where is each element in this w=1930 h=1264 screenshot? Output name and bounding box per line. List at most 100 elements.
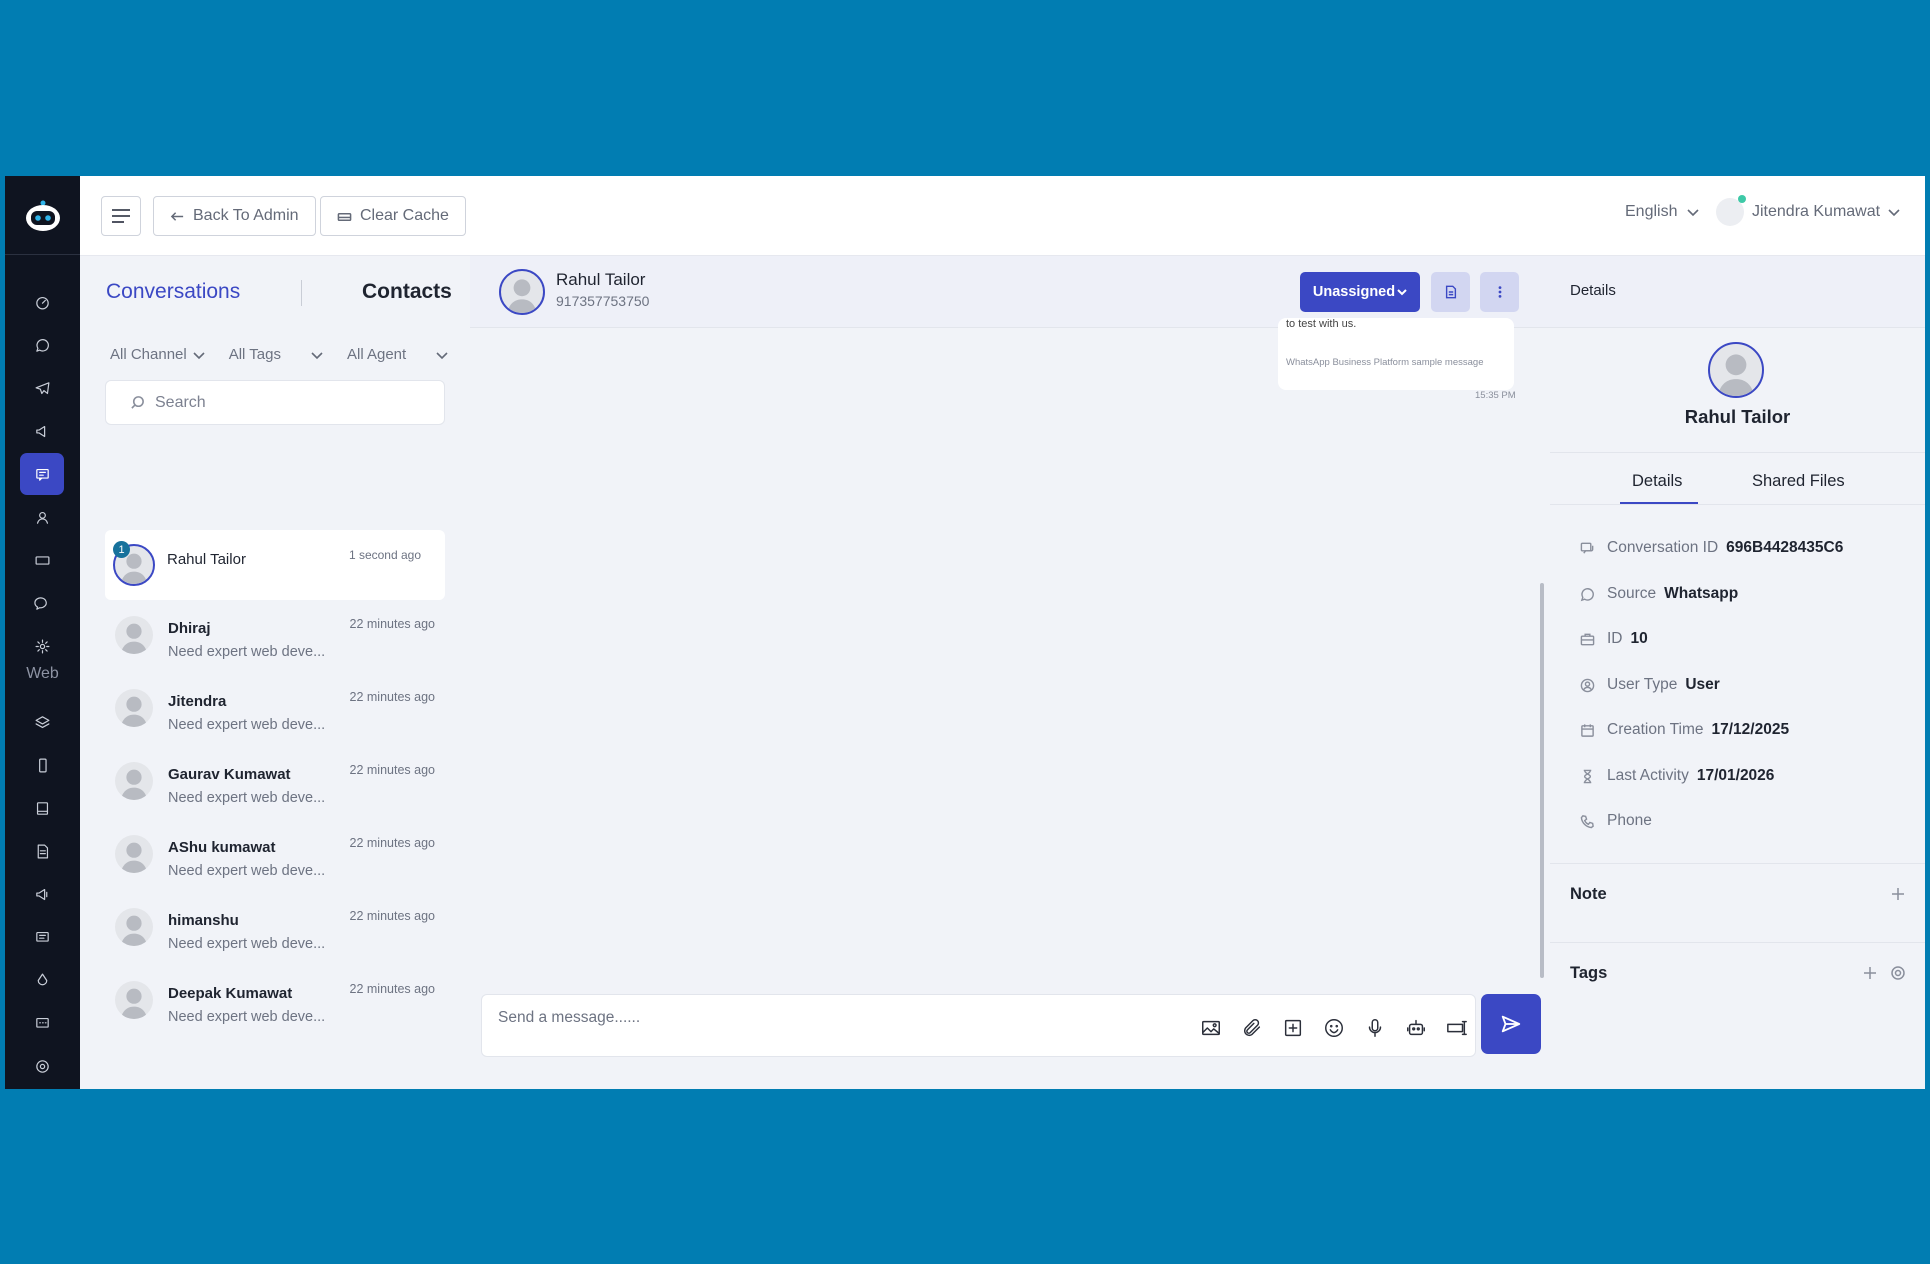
- menu-toggle-button[interactable]: [101, 196, 141, 236]
- field-value: 17/12/2025: [1711, 721, 1790, 738]
- chat-bubble-icon[interactable]: [20, 1002, 64, 1044]
- field-label: Source: [1607, 585, 1657, 602]
- user-menu[interactable]: Jitendra Kumawat: [1716, 195, 1900, 226]
- field-value: 10: [1630, 630, 1648, 647]
- message-icon[interactable]: [20, 582, 64, 624]
- comment-icon[interactable]: [20, 916, 64, 958]
- clear-cache-button[interactable]: Clear Cache: [320, 196, 466, 236]
- bot-icon[interactable]: [1403, 1015, 1429, 1041]
- add-note-icon[interactable]: [1890, 886, 1906, 902]
- bot-logo-icon[interactable]: [23, 198, 63, 234]
- mobile-icon[interactable]: [20, 744, 64, 786]
- channel-filter[interactable]: All Channel: [110, 346, 205, 363]
- megaphone-icon[interactable]: [20, 873, 64, 915]
- user-name: Jitendra Kumawat: [1752, 203, 1881, 220]
- conversation-item[interactable]: Dhiraj Need expert web deve... 22 minute…: [105, 600, 445, 670]
- unread-badge: 1: [113, 541, 130, 558]
- list-tabs: Conversations Contacts: [80, 256, 470, 326]
- search-icon: [131, 396, 144, 409]
- message-time: 1 second ago: [348, 548, 421, 562]
- conversation-item[interactable]: Jitendra Need expert web deve... 22 minu…: [105, 673, 445, 743]
- field-label: Last Activity: [1607, 767, 1689, 784]
- contact-name: Rahul Tailor: [167, 551, 246, 568]
- drop-icon[interactable]: [20, 959, 64, 1001]
- text-field-icon[interactable]: [1444, 1015, 1470, 1041]
- assign-agent-button[interactable]: Unassigned: [1300, 272, 1420, 312]
- message-composer: [481, 994, 1476, 1057]
- calendar-icon: [1581, 723, 1594, 737]
- hamburger-icon: [112, 209, 130, 223]
- message-preview: Need expert web deve...: [168, 717, 326, 733]
- divider: [1550, 452, 1925, 453]
- settings-icon[interactable]: [20, 625, 64, 667]
- tab-details[interactable]: Details: [1632, 472, 1682, 491]
- ticket-icon[interactable]: [20, 539, 64, 581]
- document-icon[interactable]: [20, 830, 64, 872]
- chat-scrollbar[interactable]: [1540, 583, 1544, 978]
- field-creation-time: Creation Time 17/12/2025: [1580, 721, 1789, 739]
- message-input[interactable]: [498, 1009, 1178, 1027]
- notes-button[interactable]: [1431, 272, 1470, 312]
- field-conversation-id: Conversation ID 696B4428435C6: [1580, 539, 1843, 557]
- conversation-item[interactable]: himanshu Need expert web deve... 22 minu…: [105, 892, 445, 962]
- attachment-icon[interactable]: [1239, 1015, 1265, 1041]
- add-tag-icon[interactable]: [1862, 965, 1878, 981]
- layers-icon[interactable]: [20, 701, 64, 743]
- conversation-list-panel: Conversations Contacts All Channel All T…: [80, 256, 470, 1089]
- message-preview: Need expert web deve...: [168, 863, 326, 879]
- tag-settings-icon[interactable]: [1890, 965, 1906, 981]
- tab-contacts[interactable]: Contacts: [362, 280, 452, 304]
- send-button[interactable]: [1481, 994, 1541, 1054]
- chat-contact-name: Rahul Tailor: [556, 270, 646, 289]
- conversation-item[interactable]: Gaurav Kumawat Need expert web deve... 2…: [105, 746, 445, 816]
- field-label: User Type: [1607, 676, 1678, 693]
- conversation-item[interactable]: Deepak Kumawat Need expert web deve... 2…: [105, 965, 445, 1035]
- divider: [1550, 504, 1925, 505]
- hourglass-icon: [1583, 769, 1592, 783]
- language-selector[interactable]: English: [1625, 203, 1700, 221]
- kebab-menu-icon: [1498, 286, 1501, 298]
- contact-name: AShu kumawat: [168, 839, 276, 856]
- field-value: User: [1685, 676, 1720, 693]
- tab-conversations[interactable]: Conversations: [106, 280, 240, 304]
- microphone-icon[interactable]: [1362, 1015, 1388, 1041]
- user-circle-icon: [1580, 678, 1595, 692]
- field-label: Conversation ID: [1607, 539, 1719, 556]
- contact-avatar: [115, 689, 153, 727]
- whatsapp-icon: [1580, 587, 1594, 601]
- image-icon[interactable]: [1198, 1015, 1224, 1041]
- whatsapp-icon[interactable]: [20, 324, 64, 366]
- chat-icon[interactable]: [20, 453, 64, 495]
- telegram-icon[interactable]: [20, 367, 64, 409]
- more-options-button[interactable]: [1480, 272, 1519, 312]
- book-icon[interactable]: [20, 787, 64, 829]
- divider: [1550, 863, 1925, 864]
- message-preview: Need expert web deve...: [168, 790, 326, 806]
- gear-icon[interactable]: [20, 1045, 64, 1087]
- contact-avatar: [115, 762, 153, 800]
- conversation-item[interactable]: AShu kumawat Need expert web deve... 22 …: [105, 819, 445, 889]
- language-label: English: [1625, 203, 1678, 220]
- tab-shared-files[interactable]: Shared Files: [1752, 472, 1845, 491]
- details-header-title: Details: [1570, 282, 1616, 299]
- emoji-icon[interactable]: [1321, 1015, 1347, 1041]
- campaign-icon[interactable]: [20, 410, 64, 452]
- filter-bar: All Channel All Tags All Agent: [110, 346, 448, 363]
- conversation-item[interactable]: 1 Rahul Tailor 1 second ago: [105, 530, 445, 600]
- back-to-admin-button[interactable]: Back To Admin: [153, 196, 316, 236]
- contacts-icon[interactable]: [20, 496, 64, 538]
- message-preview: Need expert web deve...: [168, 1009, 326, 1025]
- chevron-down-icon: [193, 351, 205, 359]
- chevron-down-icon: [1687, 209, 1700, 217]
- divider: [1550, 942, 1925, 943]
- template-icon[interactable]: [1280, 1015, 1306, 1041]
- message-time: 22 minutes ago: [349, 617, 435, 631]
- search-input[interactable]: [155, 393, 425, 412]
- field-value: 696B4428435C6: [1726, 539, 1844, 556]
- field-value: 17/01/2026: [1696, 767, 1775, 784]
- dashboard-icon[interactable]: [20, 281, 64, 323]
- agent-filter[interactable]: All Agent: [347, 346, 448, 363]
- online-status-dot: [1738, 195, 1746, 203]
- contact-avatar: [115, 835, 153, 873]
- tags-filter[interactable]: All Tags: [229, 346, 323, 363]
